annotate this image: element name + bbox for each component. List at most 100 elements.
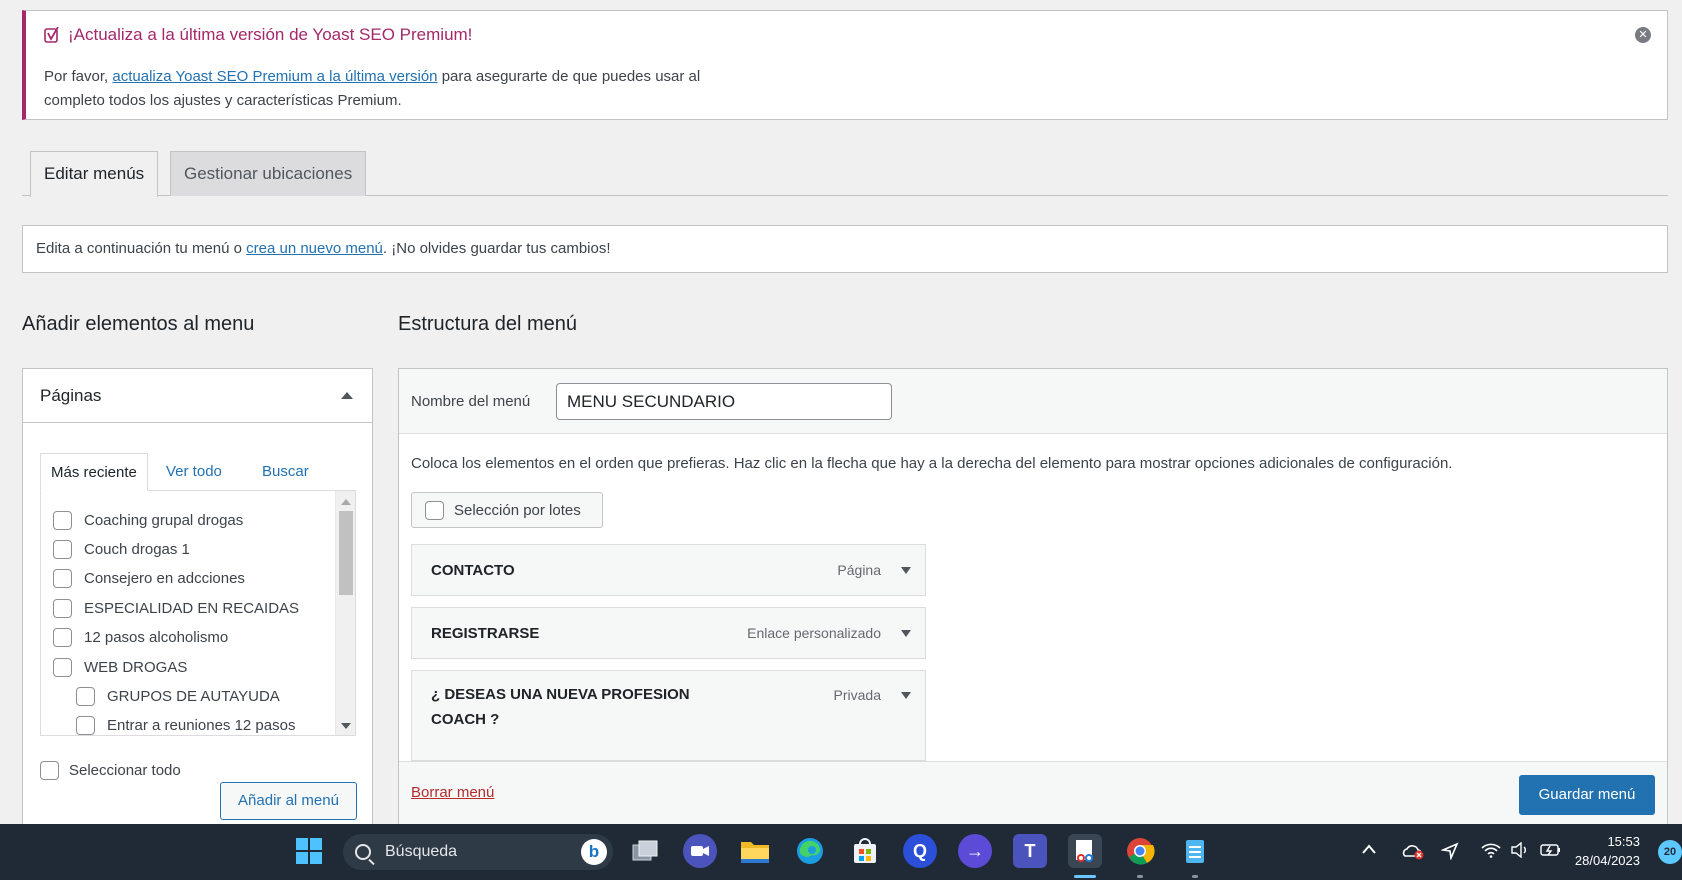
chat-icon[interactable] <box>683 834 717 868</box>
create-new-menu-link[interactable]: crea un nuevo menú <box>246 240 383 257</box>
active-app-indicator <box>1074 875 1096 878</box>
bulk-select[interactable]: Selección por lotes <box>411 492 603 528</box>
page-label: ESPECIALIDAD EN RECAIDAS <box>84 600 300 617</box>
menu-name-label: Nombre del menú <box>411 393 531 410</box>
page-label: Entrar a reuniones 12 pasos <box>107 717 296 734</box>
expand-arrow-icon[interactable] <box>901 567 911 574</box>
notepad-icon[interactable] <box>1178 834 1212 868</box>
menu-item-title: REGISTRARSE <box>431 625 540 642</box>
subtab-most-recent[interactable]: Más reciente <box>40 453 148 491</box>
select-all-checkbox[interactable] <box>40 761 59 780</box>
checkbox[interactable] <box>53 511 72 530</box>
task-view-icon[interactable] <box>628 834 662 868</box>
pages-panel-header[interactable]: Páginas <box>23 369 372 423</box>
expand-arrow-icon[interactable] <box>901 692 911 699</box>
edge-icon[interactable] <box>793 834 827 868</box>
subtab-view-all[interactable]: Ver todo <box>156 453 232 491</box>
bulk-select-checkbox[interactable] <box>425 500 444 520</box>
menu-structure-title: Estructura del menú <box>398 313 577 335</box>
tab-edit-menus[interactable]: Editar menús <box>30 151 159 197</box>
checkbox[interactable] <box>53 658 72 677</box>
notice-title: ¡Actualiza a la última versión de Yoast … <box>68 25 473 44</box>
page-checkbox-item[interactable]: ESPECIALIDAD EN RECAIDAS <box>53 599 299 618</box>
windows-start-icon[interactable] <box>292 834 326 868</box>
notice-text: Por favor, actualiza Yoast SEO Premium a… <box>44 65 764 113</box>
onedrive-error-icon[interactable] <box>1401 842 1425 865</box>
checkbox[interactable] <box>53 599 72 618</box>
subtab-search[interactable]: Buscar <box>252 453 319 491</box>
teams-icon[interactable]: T <box>1013 834 1047 868</box>
bulk-select-label: Selección por lotes <box>454 501 581 519</box>
edit-menu-info: Edita a continuación tu menú o crea un n… <box>22 225 1668 273</box>
collapse-arrow-icon[interactable] <box>341 392 353 399</box>
wp-admin-content: ¡Actualiza a la última versión de Yoast … <box>0 0 1682 824</box>
pages-panel: Páginas Más reciente Ver todo Buscar Coa… <box>22 368 373 824</box>
menu-item[interactable]: ¿ DESEAS UNA NUEVA PROFESION COACH ? Pri… <box>411 670 926 761</box>
volume-icon[interactable] <box>1510 841 1530 863</box>
notice-title-row: ¡Actualiza a la última versión de Yoast … <box>44 25 472 45</box>
page-label: Coaching grupal drogas <box>84 512 244 529</box>
snipping-tool-icon[interactable] <box>1068 834 1102 868</box>
chrome-icon[interactable] <box>1123 834 1157 868</box>
battery-icon[interactable] <box>1540 842 1562 863</box>
checkbox[interactable] <box>53 569 72 588</box>
update-yoast-link[interactable]: actualiza Yoast SEO Premium a la última … <box>112 68 437 85</box>
store-icon[interactable] <box>848 834 882 868</box>
scroll-down-icon[interactable] <box>341 723 351 729</box>
scroll-thumb[interactable] <box>339 511 353 595</box>
menu-instructions: Coloca los elementos en el orden que pre… <box>411 455 1453 472</box>
page-checkbox-item[interactable]: Couch drogas 1 <box>53 540 190 559</box>
bing-icon[interactable]: b <box>581 839 607 865</box>
menu-name-input[interactable] <box>556 383 892 420</box>
tab-manage-locations[interactable]: Gestionar ubicaciones <box>170 151 367 196</box>
windows-taskbar: Búsqueda b Q → T 15:53 28/04/2023 20 <box>0 824 1682 880</box>
checkbox[interactable] <box>76 716 95 735</box>
page-label: 12 pasos alcoholismo <box>84 629 229 646</box>
notification-badge[interactable]: 20 <box>1658 840 1682 864</box>
chevron-up-icon[interactable] <box>1361 842 1377 860</box>
checkbox[interactable] <box>76 687 95 706</box>
wifi-icon[interactable] <box>1481 842 1501 863</box>
page-checkbox-item[interactable]: Entrar a reuniones 12 pasos <box>76 716 295 735</box>
page-checkbox-item[interactable]: Consejero en adcciones <box>53 569 245 588</box>
add-items-title: Añadir elementos al menu <box>22 313 255 335</box>
menu-item-type: Página <box>837 562 881 578</box>
search-icon <box>355 844 371 860</box>
checkbox[interactable] <box>53 540 72 559</box>
app-q-icon[interactable]: Q <box>903 834 937 868</box>
select-all[interactable]: Seleccionar todo <box>40 761 181 780</box>
app-arrow-icon[interactable]: → <box>958 834 992 868</box>
menu-structure-panel: Nombre del menú Coloca los elementos en … <box>398 368 1668 824</box>
page-checkbox-item[interactable]: 12 pasos alcoholismo <box>53 628 228 647</box>
search-placeholder: Búsqueda <box>385 843 458 860</box>
clock-time: 15:53 <box>1607 834 1640 849</box>
page-label: GRUPOS DE AUTAYUDA <box>107 688 280 705</box>
page-checkbox-item[interactable]: Coaching grupal drogas <box>53 511 243 530</box>
select-all-label: Seleccionar todo <box>69 762 181 779</box>
menu-item[interactable]: REGISTRARSE Enlace personalizado <box>411 607 926 659</box>
info-after: . ¡No olvides guardar tus cambios! <box>382 240 611 257</box>
file-explorer-icon[interactable] <box>738 834 772 868</box>
yoast-icon <box>44 26 60 44</box>
taskbar-clock[interactable]: 15:53 28/04/2023 <box>1575 832 1640 870</box>
page-label: Couch drogas 1 <box>84 541 190 558</box>
menu-item[interactable]: CONTACTO Página <box>411 544 926 596</box>
expand-arrow-icon[interactable] <box>901 630 911 637</box>
scroll-up-icon[interactable] <box>341 499 351 505</box>
pages-scrollbar[interactable] <box>335 491 355 735</box>
pages-checklist: Coaching grupal drogas Couch drogas 1 Co… <box>40 490 356 736</box>
page-label: WEB DROGAS <box>84 659 188 676</box>
close-icon[interactable]: ✕ <box>1635 27 1651 43</box>
menu-item-title: CONTACTO <box>431 562 515 579</box>
delete-menu-link[interactable]: Borrar menú <box>411 784 494 801</box>
location-icon[interactable] <box>1440 842 1459 865</box>
menu-item-title: ¿ DESEAS UNA NUEVA PROFESION COACH ? <box>431 686 690 728</box>
clock-date: 28/04/2023 <box>1574 853 1640 868</box>
checkbox[interactable] <box>53 628 72 647</box>
page-checkbox-item[interactable]: GRUPOS DE AUTAYUDA <box>76 687 280 706</box>
save-menu-button[interactable]: Guardar menú <box>1519 775 1655 815</box>
running-app-indicator <box>1137 875 1143 878</box>
taskbar-search[interactable]: Búsqueda b <box>343 834 613 870</box>
page-checkbox-item[interactable]: WEB DROGAS <box>53 658 187 677</box>
add-to-menu-button[interactable]: Añadir al menú <box>220 782 357 820</box>
